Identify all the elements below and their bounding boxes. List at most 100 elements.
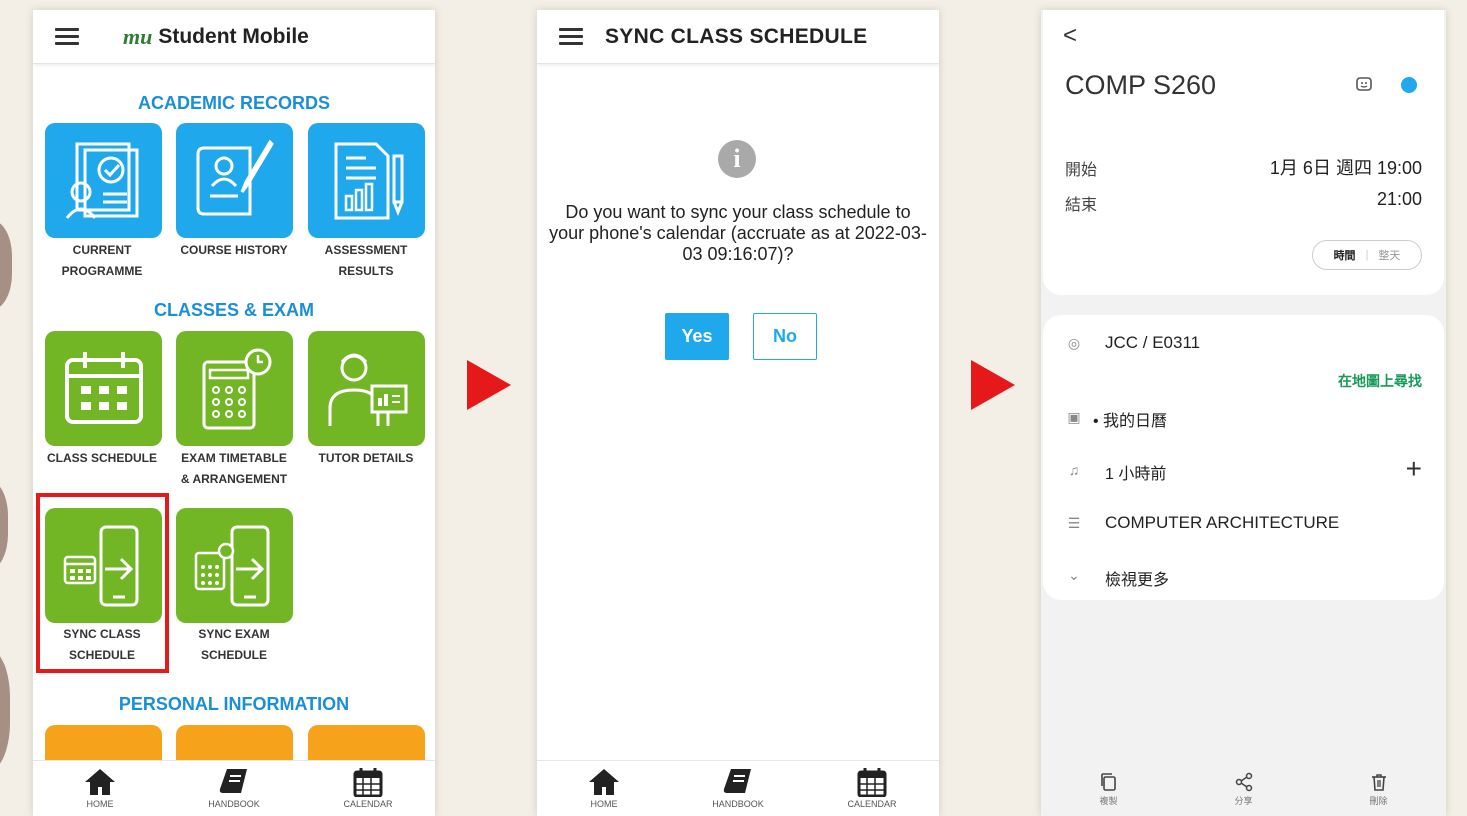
copy-icon <box>1100 773 1116 791</box>
back-icon[interactable]: < <box>1063 22 1077 50</box>
nav-calendar-label: CALENDAR <box>343 799 393 809</box>
section-personal-information: PERSONAL INFORMATION <box>118 694 350 714</box>
nav-calendar[interactable]: CALENDAR <box>301 761 435 816</box>
programme-document-icon <box>65 142 138 219</box>
nav-home-label: HOME <box>86 799 114 809</box>
no-button[interactable]: No <box>753 313 817 360</box>
exam-timetable-tile[interactable] <box>176 331 293 446</box>
nav-calendar[interactable]: CALENDAR <box>805 761 939 816</box>
chevron-down-icon: ⌄ <box>1068 567 1080 583</box>
assessment-chart-icon <box>334 142 403 219</box>
reminder-text[interactable]: 1 小時前 <box>1105 460 1166 484</box>
sync-confirm-message: Do you want to sync your class schedule … <box>549 202 927 264</box>
book-icon <box>723 769 751 793</box>
background-decoration <box>0 650 10 770</box>
menu-icon[interactable] <box>559 27 583 46</box>
app-title: Student Mobile <box>158 24 309 48</box>
nav-home-label: HOME <box>590 799 618 809</box>
nav-home[interactable]: HOME <box>537 761 671 816</box>
add-reminder-icon[interactable]: + <box>1406 453 1422 485</box>
find-on-map-link[interactable]: 在地圖上尋找 <box>1338 371 1422 391</box>
event-title: COMP S260 <box>1065 70 1217 100</box>
assessment-results-label: ASSESSMENT RESULTS <box>324 243 408 278</box>
class-schedule-label: CLASS SCHEDULE <box>46 451 157 465</box>
end-value[interactable]: 21:00 <box>1377 189 1422 210</box>
toggle-divider: | <box>1365 249 1369 261</box>
sync-header: SYNC CLASS SCHEDULE <box>537 10 939 64</box>
description-icon: ☰ <box>1067 515 1081 531</box>
end-label: 結束 <box>1065 197 1098 214</box>
section-classes-exam: CLASSES & EXAM <box>153 300 315 320</box>
sync-exam-schedule-tile[interactable] <box>176 508 293 623</box>
page-title: SYNC CLASS SCHEDULE <box>605 24 868 48</box>
home-icon <box>589 769 619 795</box>
home-icon <box>85 769 115 795</box>
sync-class-schedule-screen: SYNC CLASS SCHEDULE i Do you want to syn… <box>537 10 939 816</box>
calendar-icon <box>857 768 887 797</box>
event-actions-bar: 複製 分享 刪除 <box>1041 766 1446 816</box>
app-header: mu Student Mobile <box>33 10 435 64</box>
calendar-icon: ▣ <box>1067 409 1081 425</box>
nav-handbook-label: HANDBOOK <box>208 799 260 809</box>
sync-exam-schedule-label: SYNC EXAM SCHEDULE <box>198 627 270 662</box>
bottom-navigation: HOME HANDBOOK CALENDAR <box>33 760 435 816</box>
book-icon <box>219 769 247 793</box>
course-history-label: COURSE HISTORY <box>180 243 288 257</box>
assessment-results-tile[interactable] <box>308 123 425 238</box>
info-icon: i <box>718 140 756 178</box>
exam-timetable-icon <box>202 348 271 429</box>
event-color-dot[interactable] <box>1401 77 1417 93</box>
background-decoration <box>0 220 12 310</box>
current-programme-tile[interactable] <box>45 123 162 238</box>
calendar-icon <box>64 351 143 424</box>
toggle-allday[interactable]: 整天 <box>1378 247 1400 263</box>
time-allday-toggle[interactable]: 時間 | 整天 <box>1312 240 1422 270</box>
share-icon <box>1235 772 1252 792</box>
location-icon: ◎ <box>1067 335 1081 351</box>
menu-icon[interactable] <box>55 27 79 46</box>
bottom-navigation: HOME HANDBOOK CALENDAR <box>537 760 939 816</box>
description-text[interactable]: COMPUTER ARCHITECTURE <box>1105 513 1339 533</box>
nav-calendar-label: CALENDAR <box>847 799 897 809</box>
exam-timetable-label: EXAM TIMETABLE & ARRANGEMENT <box>180 451 288 486</box>
course-history-book-icon <box>196 139 274 215</box>
app-logo: mu <box>123 23 153 49</box>
start-value[interactable]: 1月 6日 週四 19:00 <box>1270 154 1422 180</box>
current-programme-label: CURRENT PROGRAMME <box>61 243 143 278</box>
delete-label: 刪除 <box>1369 796 1388 806</box>
student-mobile-home-screen: mu Student Mobile ACADEMIC RECORDS CURRE… <box>33 10 435 816</box>
yes-button[interactable]: Yes <box>665 313 729 360</box>
delete-button[interactable]: 刪除 <box>1311 766 1446 816</box>
background-decoration <box>0 480 8 570</box>
sync-exam-to-phone-icon <box>194 525 269 606</box>
trash-icon <box>1371 774 1386 791</box>
calendar-name[interactable]: • 我的日曆 <box>1093 407 1167 431</box>
nav-home[interactable]: HOME <box>33 761 167 816</box>
tutor-details-tile[interactable] <box>308 331 425 446</box>
section-academic-records: ACADEMIC RECORDS <box>137 93 330 113</box>
sticker-icon[interactable] <box>1355 76 1373 94</box>
view-more-link[interactable]: 檢視更多 <box>1105 566 1169 590</box>
copy-label: 複製 <box>1099 796 1118 806</box>
event-details-card: ◎ JCC / E0311 在地圖上尋找 ▣ • 我的日曆 ♫ 1 小時前 + … <box>1043 315 1444 600</box>
calendar-event-detail-screen: < COMP S260 開始 1月 6日 週四 19:00 結束 21:00 時… <box>1041 10 1446 816</box>
event-header-card: < COMP S260 開始 1月 6日 週四 19:00 結束 21:00 時… <box>1043 10 1444 295</box>
nav-handbook[interactable]: HANDBOOK <box>671 761 805 816</box>
copy-button[interactable]: 複製 <box>1041 766 1176 816</box>
nav-handbook-label: HANDBOOK <box>712 799 764 809</box>
nav-handbook[interactable]: HANDBOOK <box>167 761 301 816</box>
tutor-presentation-icon <box>328 353 407 426</box>
step-arrow-icon <box>971 360 1015 410</box>
sync-class-schedule-highlight <box>36 493 169 673</box>
start-label: 開始 <box>1065 162 1098 179</box>
share-label: 分享 <box>1234 796 1253 806</box>
step-arrow-icon <box>467 360 511 410</box>
course-history-tile[interactable] <box>176 123 293 238</box>
calendar-icon <box>353 768 383 797</box>
tutor-details-label: TUTOR DETAILS <box>318 451 414 465</box>
class-schedule-tile[interactable] <box>45 331 162 446</box>
bell-icon: ♫ <box>1068 462 1080 478</box>
share-button[interactable]: 分享 <box>1176 766 1311 816</box>
location-text[interactable]: JCC / E0311 <box>1105 333 1200 353</box>
toggle-time[interactable]: 時間 <box>1334 247 1356 263</box>
